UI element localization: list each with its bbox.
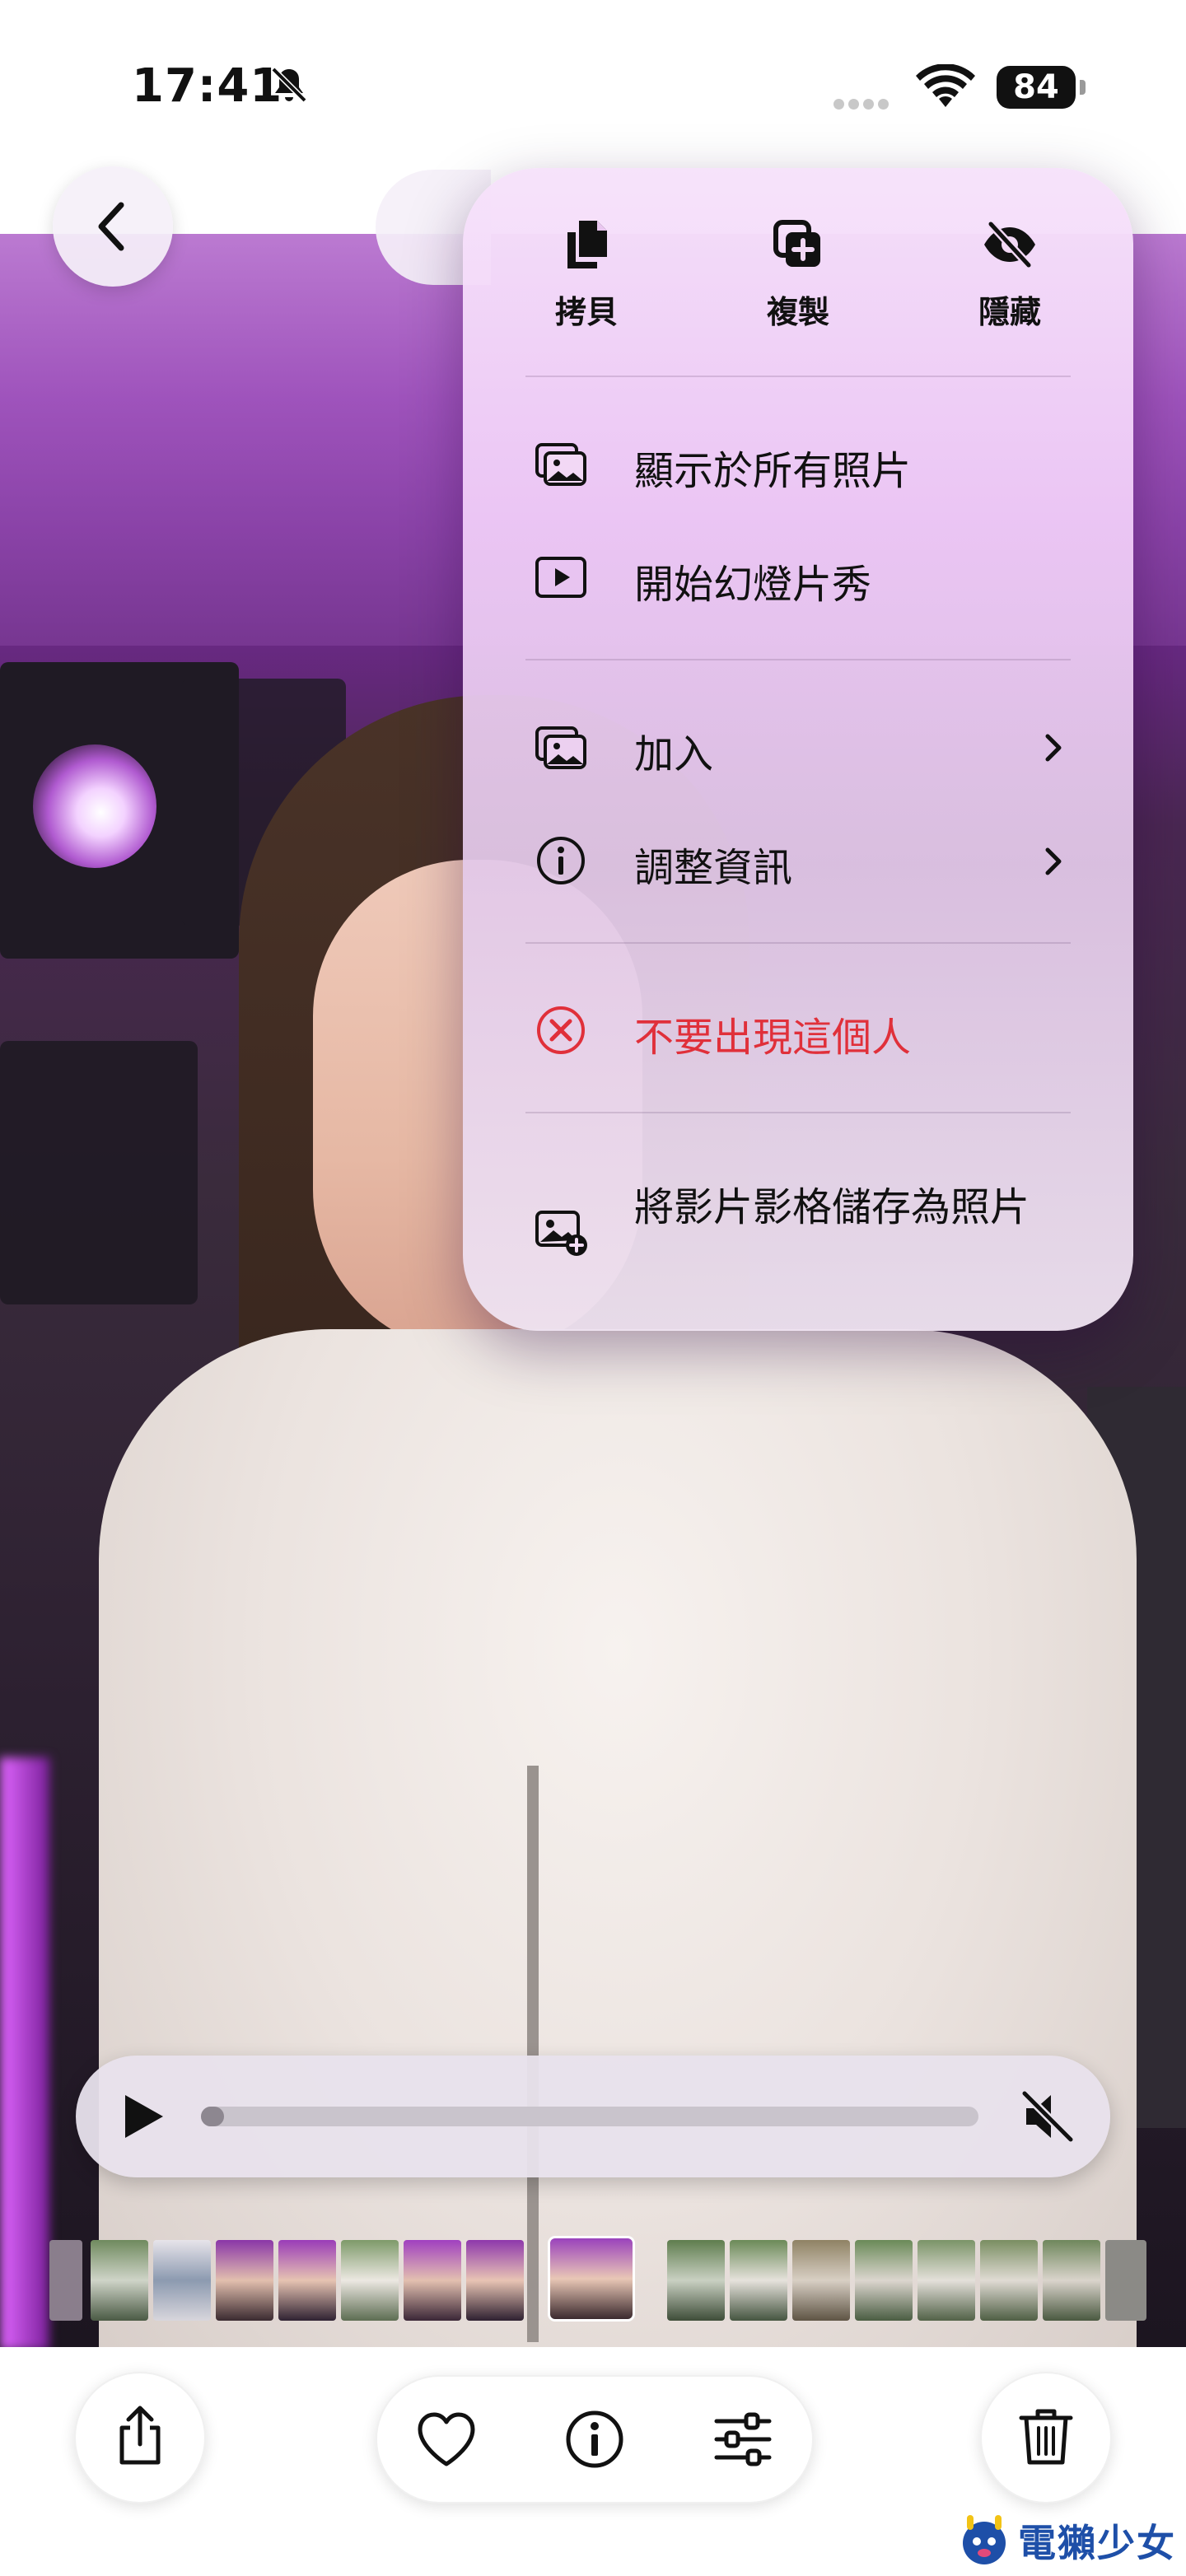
menu-item-label: 顯示於所有照片 <box>634 448 912 494</box>
menu-divider <box>525 376 1071 377</box>
copy-button[interactable]: 拷貝 <box>504 208 669 364</box>
quick-actions-row: 拷貝 複製 隱藏 <box>463 208 1133 364</box>
photos-stack-icon <box>535 443 586 486</box>
menu-item-adjust-info[interactable]: 調整資訊 <box>463 812 1133 909</box>
back-button[interactable] <box>53 166 173 287</box>
trash-icon <box>1019 2409 1073 2465</box>
context-menu: 拷貝 複製 隱藏 顯示於所有照片 開始幻燈片秀 加入 調整資訊 不要出現這個人 … <box>463 168 1133 1331</box>
duplicate-button[interactable]: 複製 <box>716 208 880 364</box>
adjust-sliders-icon[interactable] <box>710 2406 776 2472</box>
menu-divider <box>525 942 1071 944</box>
center-actions-pill <box>376 2375 814 2504</box>
scrubber-track[interactable] <box>201 2107 978 2126</box>
remove-circle-icon <box>537 1006 585 1054</box>
info-icon[interactable] <box>562 2406 628 2472</box>
thumbnail[interactable] <box>153 2240 211 2321</box>
copy-label: 拷貝 <box>554 294 618 330</box>
menu-divider <box>525 659 1071 660</box>
thumbnail[interactable] <box>1105 2240 1146 2321</box>
thumbnail[interactable] <box>918 2240 975 2321</box>
chevron-left-icon <box>98 202 124 251</box>
play-icon[interactable] <box>115 2090 168 2143</box>
menu-item-label: 開始幻燈片秀 <box>634 562 872 608</box>
heart-icon[interactable] <box>413 2406 479 2472</box>
wifi-icon <box>916 64 975 107</box>
menu-item-show-in-all-photos[interactable]: 顯示於所有照片 <box>463 415 1133 512</box>
menu-item-label: 不要出現這個人 <box>634 1015 912 1061</box>
scrubber-progress <box>201 2107 225 2126</box>
menu-item-hide-this-person[interactable]: 不要出現這個人 <box>463 982 1133 1079</box>
watermark-text: 電獺少女 <box>1018 2521 1176 2565</box>
chevron-right-icon <box>1045 847 1062 875</box>
save-frame-photo-icon <box>535 1211 587 1256</box>
thumbnail[interactable] <box>667 2240 725 2321</box>
hide-button[interactable]: 隱藏 <box>927 208 1092 364</box>
thumbnail[interactable] <box>792 2240 850 2321</box>
menu-item-save-frame-as-photo[interactable]: 將影片影格儲存為照片 <box>463 1164 1133 1296</box>
menu-item-start-slideshow[interactable]: 開始幻燈片秀 <box>463 529 1133 626</box>
speaker-muted-icon[interactable] <box>1018 2087 1077 2146</box>
thumbnail[interactable] <box>341 2240 399 2321</box>
thumbnail[interactable] <box>855 2240 913 2321</box>
menu-item-label: 調整資訊 <box>634 845 793 891</box>
bottom-toolbar: 電獺少女 <box>0 2347 1186 2576</box>
thumbnail-strip[interactable] <box>0 2238 1186 2322</box>
share-button[interactable] <box>74 2372 206 2504</box>
thumbnail[interactable] <box>404 2240 461 2321</box>
menu-item-label: 加入 <box>634 731 714 777</box>
watermark: 電獺少女 <box>955 2508 1176 2573</box>
cellular-signal-icon <box>833 97 898 110</box>
thumbnail[interactable] <box>278 2240 336 2321</box>
bell-muted-icon <box>271 67 307 103</box>
menu-item-add-to[interactable]: 加入 <box>463 698 1133 796</box>
thumbnail[interactable] <box>730 2240 787 2321</box>
hide-label: 隱藏 <box>978 294 1041 330</box>
thumbnail[interactable] <box>91 2240 148 2321</box>
hide-eye-icon <box>984 221 1035 268</box>
info-icon <box>537 837 585 884</box>
copy-icon <box>567 221 607 268</box>
duplicate-icon <box>773 220 820 267</box>
battery-indicator: 84 <box>997 66 1086 109</box>
video-scrubber <box>76 2056 1110 2177</box>
slideshow-play-icon <box>535 557 586 598</box>
studio-lamp <box>33 744 156 868</box>
thumbnail[interactable] <box>216 2240 273 2321</box>
thumbnail[interactable] <box>980 2240 1038 2321</box>
thumbnail[interactable] <box>1043 2240 1100 2321</box>
duplicate-label: 複製 <box>766 294 829 330</box>
thumbnail-selected[interactable] <box>550 2238 633 2319</box>
thumbnail[interactable] <box>466 2240 524 2321</box>
share-icon <box>119 2406 161 2465</box>
photos-stack-icon <box>535 726 586 769</box>
thumbnail[interactable] <box>49 2240 82 2321</box>
otter-logo-icon <box>963 2515 1006 2564</box>
menu-item-label: 將影片影格儲存為照片 <box>634 1184 1030 1230</box>
menu-divider <box>525 1112 1071 1113</box>
chevron-right-icon <box>1045 734 1062 762</box>
delete-button[interactable] <box>980 2372 1112 2504</box>
acoustic-panel <box>0 1041 198 1304</box>
status-time: 17:41 <box>132 59 283 113</box>
person-shirt <box>99 1329 1137 2347</box>
status-bar: 17:41 84 <box>0 0 1186 165</box>
